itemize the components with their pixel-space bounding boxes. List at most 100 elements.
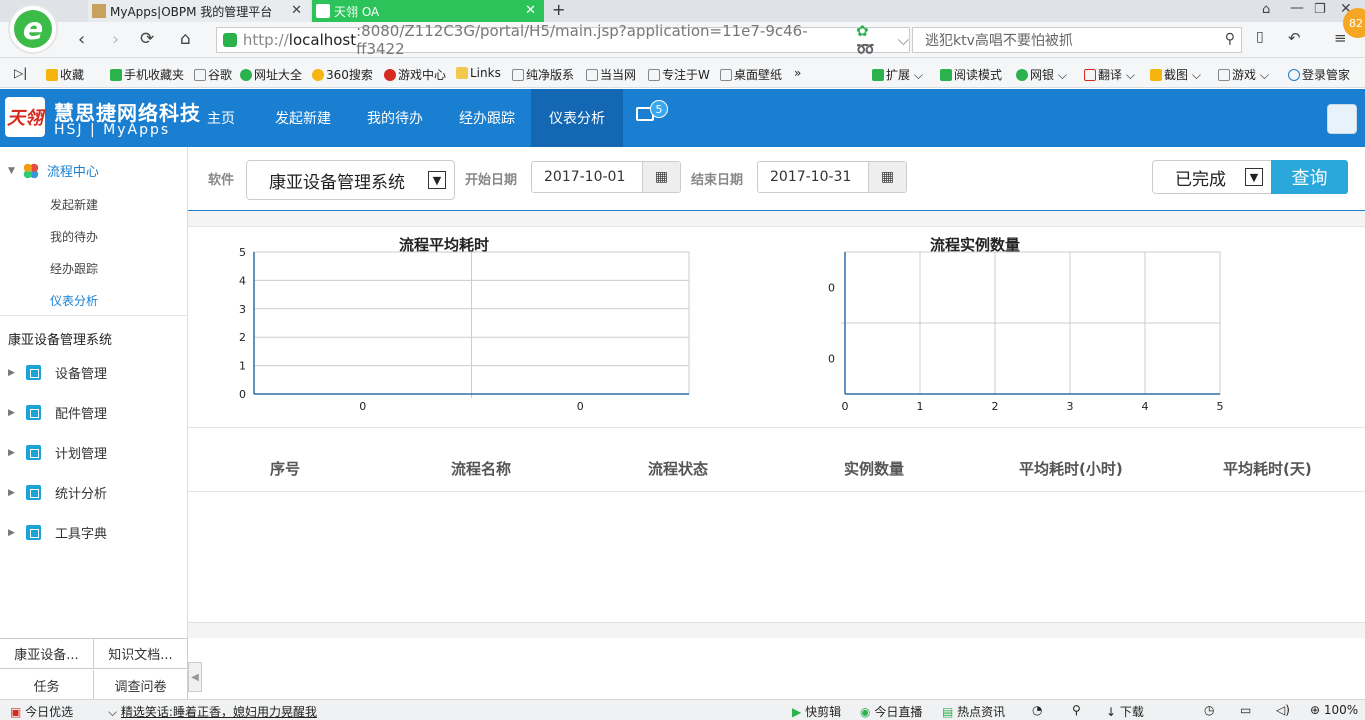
calendar-icon[interactable]: ▦ [868, 162, 906, 192]
bookmark-item[interactable]: 游戏中心 [384, 66, 446, 83]
sidebar-item-parts[interactable]: ▶ 配件管理 [8, 403, 107, 422]
expand-icon: ▶ [8, 447, 15, 458]
tab-knowledge[interactable]: 知识文档... [94, 639, 188, 669]
dropdown-icon[interactable]: ⌵ [898, 31, 909, 49]
module-icon [26, 485, 41, 500]
bookmark-item[interactable]: 手机收藏夹 [110, 66, 184, 83]
maximize-icon[interactable]: ❐ [1314, 2, 1326, 17]
software-value: 康亚设备管理系统 [269, 172, 405, 193]
bookmark-item[interactable]: 纯净版系 [512, 66, 574, 83]
bookmark-item[interactable]: 当当网 [586, 66, 636, 83]
downloads[interactable]: ↓ 下载 [1106, 703, 1144, 720]
zoom-level[interactable]: ⊕ 100% [1310, 703, 1358, 717]
news-ticker[interactable]: ⌵ 精选笑话:睡着正香，媳妇用力晃醒我 [108, 703, 317, 720]
refresh-icon[interactable]: ⟳ [140, 29, 154, 49]
software-select[interactable]: 康亚设备管理系统 ▼ [246, 160, 455, 200]
end-date-input[interactable]: 2017-10-31 ▦ [757, 161, 907, 193]
collapse-sidebar-icon[interactable]: ◀ [188, 662, 202, 692]
home-icon[interactable]: ⌂ [180, 29, 191, 49]
search-icon[interactable]: ⚲ [1225, 31, 1235, 47]
bookmark-item[interactable]: 网址大全 [240, 66, 302, 83]
end-date-value: 2017-10-31 [770, 169, 852, 185]
login-manager-button[interactable]: 登录管家 [1288, 66, 1350, 83]
chevron-down-icon: ▼ [428, 171, 446, 189]
skin-icon[interactable]: ⌂ [1262, 2, 1270, 17]
col-process-status[interactable]: 流程状态 [648, 458, 708, 479]
browser-search-input[interactable]: 逃犯ktv高唱不要怕被抓 ⚲ [912, 27, 1242, 53]
sidebar-item-tools[interactable]: ▶ 工具字典 [8, 523, 107, 542]
minimize-icon[interactable]: — [1290, 0, 1304, 16]
end-date-label: 结束日期 [691, 173, 744, 188]
status-select[interactable]: 已完成 ▼ [1152, 160, 1272, 194]
bookmark-item[interactable]: 谷歌 [194, 66, 232, 83]
col-avg-hours[interactable]: 平均耗时(小时) [1019, 458, 1123, 479]
live-today[interactable]: ◉ 今日直播 [860, 703, 922, 720]
sidebar-item-todo[interactable]: 我的待办 [50, 228, 98, 245]
col-index[interactable]: 序号 [270, 458, 300, 479]
nav-new[interactable]: 发起新建 [262, 89, 344, 147]
bookmark-more[interactable]: » [794, 66, 801, 80]
speed-icon[interactable]: ◔ [1032, 703, 1042, 717]
daily-picks[interactable]: ▣ 今日优选 [10, 703, 73, 720]
tab-kangya[interactable]: 康亚设备... [0, 639, 94, 669]
page-tools-icon[interactable]: ✿ ➿ [856, 22, 892, 58]
bookmark-item[interactable]: 360搜索 [312, 66, 373, 83]
avatar[interactable] [1327, 104, 1357, 134]
bookmark-item[interactable]: 专注于W [648, 66, 710, 83]
calendar-icon[interactable]: ▦ [642, 162, 680, 192]
games-button[interactable]: 游戏 ⌵ [1218, 66, 1269, 83]
close-tab-icon[interactable]: ✕ [291, 3, 302, 18]
start-date-input[interactable]: 2017-10-01 ▦ [531, 161, 681, 193]
browser-tab-oa[interactable]: 天翎 OA ✕ [312, 0, 544, 22]
nav-todo[interactable]: 我的待办 [354, 89, 436, 147]
menu-icon[interactable]: ≡ [1334, 29, 1347, 47]
sidebar-item-new[interactable]: 发起新建 [50, 196, 98, 213]
app-logo: 天翎 [5, 97, 45, 137]
forward-icon[interactable]: › [112, 29, 119, 50]
filter-bar: 软件 康亚设备管理系统 ▼ 开始日期 2017-10-01 ▦ 结束日期 201… [188, 147, 1365, 210]
system-title: 康亚设备管理系统 [8, 333, 113, 348]
address-bar[interactable]: http://localhost:8080/Z112C3G/portal/H5/… [216, 22, 910, 58]
extensions-button[interactable]: 扩展 ⌵ [872, 66, 923, 83]
nav-dashboard[interactable]: 仪表分析 [531, 89, 623, 147]
url-path: :8080/Z112C3G/portal/H5/main.jsp?applica… [356, 22, 808, 58]
query-button[interactable]: 查询 [1271, 160, 1348, 194]
bookmark-item[interactable]: Links [456, 66, 501, 80]
bookmark-item[interactable]: 收藏 [46, 66, 84, 83]
tab-survey[interactable]: 调查问卷 [94, 670, 188, 700]
undo-icon[interactable]: ↶ [1288, 29, 1301, 47]
sidebar-section-process[interactable]: ▼ 流程中心 [8, 161, 99, 180]
browser-tab-myapps[interactable]: MyApps|OBPM 我的管理平台 ✕ [88, 0, 310, 22]
new-tab-icon[interactable]: + [552, 0, 565, 19]
reading-mode-button[interactable]: 阅读模式 [940, 66, 1002, 83]
tab-tasks[interactable]: 任务 [0, 670, 94, 700]
sidebar-item-statistics[interactable]: ▶ 统计分析 [8, 483, 107, 502]
sidebar-toggle-icon[interactable]: ▷| [14, 66, 27, 80]
nav-tracking[interactable]: 经办跟踪 [446, 89, 528, 147]
col-instance-count[interactable]: 实例数量 [844, 458, 904, 479]
quick-clip[interactable]: ▶ 快剪辑 [792, 703, 841, 720]
pin-icon[interactable]: ⚲ [1072, 703, 1081, 717]
sidebar-item-tracking[interactable]: 经办跟踪 [50, 260, 98, 277]
x-tick-label: 0 [577, 400, 584, 413]
sidebar-item-equipment[interactable]: ▶ 设备管理 [8, 363, 107, 382]
browser-tab-bar: MyApps|OBPM 我的管理平台 ✕ 天翎 OA ✕ + ⌂ — ❐ ✕ [0, 0, 1365, 22]
notification-badge[interactable]: 82 [1343, 8, 1365, 38]
nav-home[interactable]: 主页 [192, 89, 250, 147]
sidebar-item-plan[interactable]: ▶ 计划管理 [8, 443, 107, 462]
bookmark-item[interactable]: 桌面壁纸 [720, 66, 782, 83]
back-icon[interactable]: ‹ [78, 29, 85, 50]
hot-news[interactable]: ▤ 热点资讯 [942, 703, 1005, 720]
window-icon[interactable]: ▭ [1240, 703, 1251, 717]
close-tab-icon[interactable]: ✕ [525, 3, 536, 18]
col-avg-days[interactable]: 平均耗时(天) [1223, 458, 1312, 479]
start-date-value: 2017-10-01 [544, 169, 626, 185]
col-process-name[interactable]: 流程名称 [451, 458, 511, 479]
history-icon[interactable]: ◷ [1204, 703, 1214, 717]
banking-button[interactable]: 网银 ⌵ [1016, 66, 1067, 83]
screenshot-button[interactable]: 截图 ⌵ [1150, 66, 1201, 83]
volume-icon[interactable]: ◁) [1276, 703, 1290, 717]
sidebar-item-dashboard[interactable]: 仪表分析 [50, 292, 98, 309]
translate-button[interactable]: 翻译 ⌵ [1084, 66, 1135, 83]
mobile-icon[interactable]: ▯ [1256, 29, 1264, 45]
